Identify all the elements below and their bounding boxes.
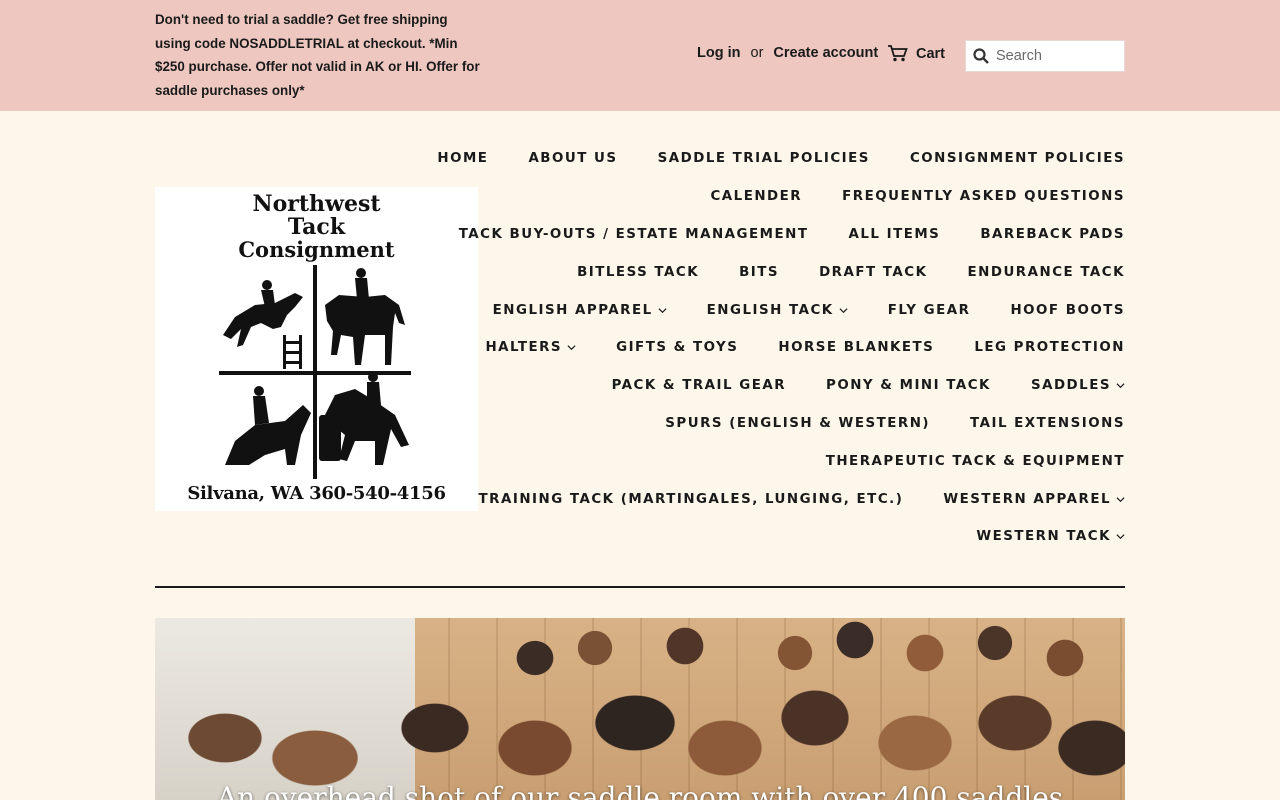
nav-item-label: WESTERN APPAREL xyxy=(943,491,1111,507)
nav-item-western-apparel[interactable]: WESTERN APPAREL xyxy=(943,492,1125,507)
nav-item-label: ENGLISH TACK xyxy=(706,302,834,318)
nav-item-western-tack[interactable]: WESTERN TACK xyxy=(976,529,1125,544)
announcement-text: Don't need to trial a saddle? Get free s… xyxy=(155,12,480,99)
nav-item-saddle-trial-policies[interactable]: SADDLE TRIAL POLICIES xyxy=(658,151,870,166)
cart-label: Cart xyxy=(916,45,946,62)
nav-item-label: SADDLE TRIAL POLICIES xyxy=(657,151,870,167)
nav-item-pony-mini-tack[interactable]: PONY & MINI TACK xyxy=(826,378,991,393)
chevron-down-icon xyxy=(658,307,667,313)
nav-item-hoof-boots[interactable]: HOOF BOOTS xyxy=(1010,303,1125,318)
nav-row: TRAINING TACK (MARTINGALES, LUNGING, ETC… xyxy=(479,480,1125,518)
search-box xyxy=(965,40,1125,72)
nav-item-about-us[interactable]: ABOUT US xyxy=(528,151,617,166)
nav-row: WESTERN TACK xyxy=(500,518,1125,556)
nav-item-bits[interactable]: BITS xyxy=(739,265,779,280)
search-input[interactable] xyxy=(996,48,1116,64)
nav-item-training-tack-martingales-lunging-etc[interactable]: TRAINING TACK (MARTINGALES, LUNGING, ETC… xyxy=(479,492,904,507)
nav-item-label: HALTERS xyxy=(485,340,563,356)
nav-item-label: HOOF BOOTS xyxy=(1010,302,1125,318)
create-account-link[interactable]: Create account xyxy=(773,45,878,61)
hero-caption: An overhead shot of our saddle room with… xyxy=(216,781,1064,800)
nav-item-label: WESTERN TACK xyxy=(976,529,1111,545)
nav-item-frequently-asked-questions[interactable]: FREQUENTLY ASKED QUESTIONS xyxy=(842,189,1125,204)
chevron-down-icon xyxy=(1116,383,1125,389)
nav-item-label: PONY & MINI TACK xyxy=(826,378,991,394)
nav-item-label: BAREBACK PADS xyxy=(980,226,1125,242)
nav-item-label: HOME xyxy=(437,151,489,167)
chevron-down-icon xyxy=(1116,534,1125,540)
nav-row: HALTERS GIFTS & TOYS HORSE BLANKETS LEG PRO… xyxy=(485,329,1125,367)
horse-riders-icon xyxy=(219,265,411,479)
nav-item-label: ENGLISH APPAREL xyxy=(492,302,653,318)
nav-item-label: BITLESS TACK xyxy=(577,264,700,280)
nav-item-spurs-english-western[interactable]: SPURS (ENGLISH & WESTERN) xyxy=(665,416,930,431)
nav-item-label: THERAPEUTIC TACK & EQUIPMENT xyxy=(825,453,1125,469)
nav-row: THERAPEUTIC TACK & EQUIPMENT xyxy=(500,442,1125,480)
nav-item-english-tack[interactable]: ENGLISH TACK xyxy=(707,303,848,318)
nav-item-label: SPURS (ENGLISH & WESTERN) xyxy=(665,415,931,431)
nav-item-english-apparel[interactable]: ENGLISH APPAREL xyxy=(493,303,667,318)
logo-location: Silvana, WA 360-540-4156 xyxy=(187,483,446,504)
nav-item-label: DRAFT TACK xyxy=(819,264,928,280)
nav-item-label: HORSE BLANKETS xyxy=(778,340,935,356)
cart-icon xyxy=(888,45,908,62)
nav-item-label: FREQUENTLY ASKED QUESTIONS xyxy=(842,189,1125,205)
cart-link[interactable]: Cart xyxy=(888,45,945,62)
nav-item-halters[interactable]: HALTERS xyxy=(485,340,576,355)
nav-item-label: BITS xyxy=(739,264,780,280)
nav-item-label: ALL ITEMS xyxy=(848,226,941,242)
nav-item-gifts-toys[interactable]: GIFTS & TOYS xyxy=(616,340,738,355)
store-logo[interactable]: Northwest Tack Consignment Silvana, WA 3… xyxy=(155,187,478,511)
nav-item-endurance-tack[interactable]: ENDURANCE TACK xyxy=(967,265,1125,280)
announcement-bar: Don't need to trial a saddle? Get free s… xyxy=(0,0,1280,111)
nav-item-saddles[interactable]: SADDLES xyxy=(1031,378,1125,393)
chevron-down-icon xyxy=(839,307,848,313)
nav-item-bareback-pads[interactable]: BAREBACK PADS xyxy=(980,227,1125,242)
nav-row: HOME ABOUT US SADDLE TRIAL POLICIES CONSIGN… xyxy=(437,140,1125,178)
nav-item-label: LEG PROTECTION xyxy=(974,340,1125,356)
nav-row: PACK & TRAIL GEAR PONY & MINI TACK SADDLES xyxy=(500,367,1125,405)
nav-row: TACK BUY-OUTS / ESTATE MANAGEMENT ALL ITE… xyxy=(459,216,1125,254)
nav-item-tail-extensions[interactable]: TAIL EXTENSIONS xyxy=(970,416,1125,431)
chevron-down-icon xyxy=(1116,496,1125,502)
nav-item-all-items[interactable]: ALL ITEMS xyxy=(849,227,941,242)
account-links: Log in or Create account xyxy=(697,45,878,61)
logo-text-line3: Consignment xyxy=(238,237,395,262)
main-navigation: HOME ABOUT US SADDLE TRIAL POLICIES CONSIGN… xyxy=(437,140,1125,556)
nav-item-bitless-tack[interactable]: BITLESS TACK xyxy=(577,265,699,280)
header-divider xyxy=(155,586,1125,588)
nav-item-draft-tack[interactable]: DRAFT TACK xyxy=(819,265,927,280)
nav-item-label: GIFTS & TOYS xyxy=(616,340,739,356)
nav-item-home[interactable]: HOME xyxy=(437,151,488,166)
search-icon[interactable] xyxy=(966,48,996,64)
chevron-down-icon xyxy=(567,345,576,351)
login-link[interactable]: Log in xyxy=(697,45,741,61)
nav-item-tack-buy-outs-estate-management[interactable]: TACK BUY-OUTS / ESTATE MANAGEMENT xyxy=(459,227,809,242)
nav-item-label: ABOUT US xyxy=(528,151,618,167)
nav-item-label: PACK & TRAIL GEAR xyxy=(611,378,787,394)
nav-item-label: ENDURANCE TACK xyxy=(967,264,1125,280)
nav-item-label: SADDLES xyxy=(1030,378,1111,394)
nav-item-pack-trail-gear[interactable]: PACK & TRAIL GEAR xyxy=(612,378,786,393)
nav-item-fly-gear[interactable]: FLY GEAR xyxy=(888,303,971,318)
nav-row: ENGLISH APPAREL ENGLISH TACK FLY GEAR HOOF … xyxy=(493,291,1125,329)
nav-item-calender[interactable]: CALENDER xyxy=(710,189,802,204)
nav-row: CALENDER FREQUENTLY ASKED QUESTIONS xyxy=(500,178,1125,216)
nav-row: SPURS (ENGLISH & WESTERN) TAIL EXTENSIONS xyxy=(500,405,1125,443)
nav-item-leg-protection[interactable]: LEG PROTECTION xyxy=(974,340,1125,355)
hero-image: An overhead shot of our saddle room with… xyxy=(155,618,1125,800)
nav-item-label: TRAINING TACK (MARTINGALES, LUNGING, ETC… xyxy=(478,491,904,507)
nav-item-therapeutic-tack-equipment[interactable]: THERAPEUTIC TACK & EQUIPMENT xyxy=(826,454,1125,469)
or-separator: or xyxy=(750,45,764,61)
nav-item-label: TACK BUY-OUTS / ESTATE MANAGEMENT xyxy=(458,226,809,242)
nav-item-consignment-policies[interactable]: CONSIGNMENT POLICIES xyxy=(910,151,1125,166)
nav-row: BITLESS TACK BITS DRAFT TACK ENDURANCE TACK xyxy=(500,253,1125,291)
nav-item-label: TAIL EXTENSIONS xyxy=(970,415,1125,431)
nav-item-horse-blankets[interactable]: HORSE BLANKETS xyxy=(778,340,934,355)
nav-item-label: FLY GEAR xyxy=(887,302,971,318)
nav-item-label: CONSIGNMENT POLICIES xyxy=(909,151,1125,167)
nav-item-label: CALENDER xyxy=(710,189,803,205)
